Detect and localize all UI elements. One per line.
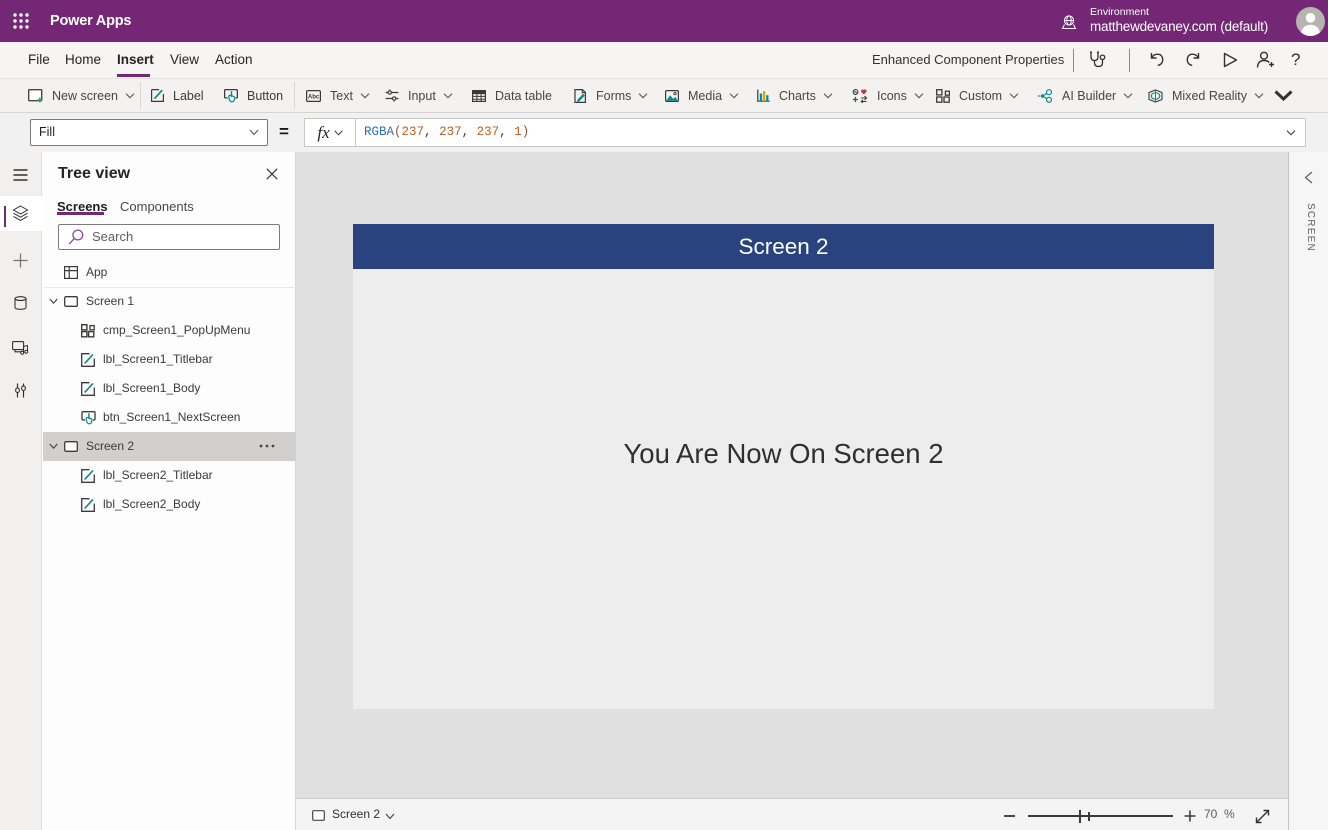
svg-text:Abc: Abc [308, 94, 320, 100]
